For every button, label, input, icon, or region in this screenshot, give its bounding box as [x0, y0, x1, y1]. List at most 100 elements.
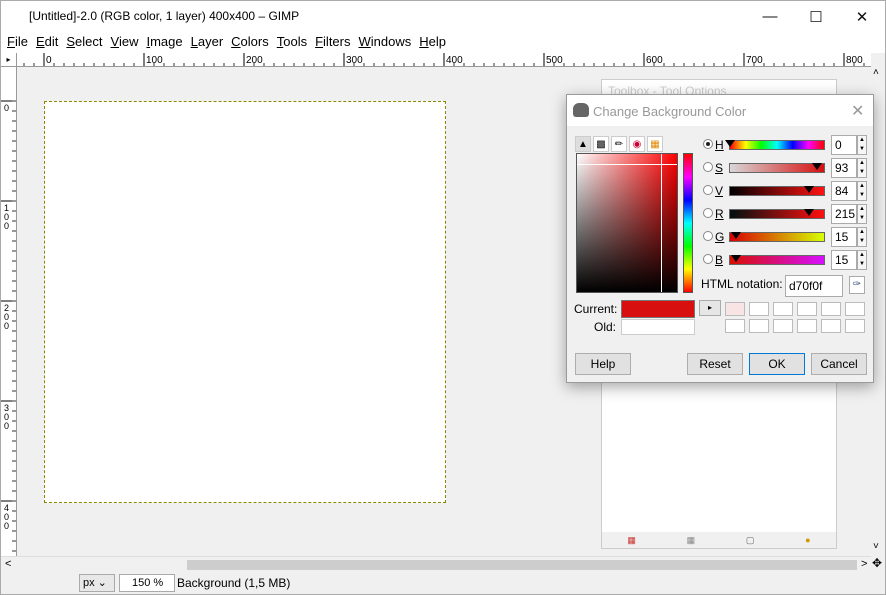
- channel-spinner-r[interactable]: ▲ ▼: [857, 204, 867, 224]
- menu-image[interactable]: Image: [146, 32, 182, 53]
- channel-radio-h[interactable]: [703, 139, 713, 149]
- ruler-label: 200: [246, 55, 263, 66]
- channel-label-s: S: [715, 161, 724, 175]
- channel-value-r[interactable]: 215: [831, 204, 857, 224]
- horizontal-ruler[interactable]: 0 100 200 300 400 500 600 700 800: [17, 53, 871, 67]
- save-preset-icon[interactable]: ▦: [627, 535, 636, 546]
- channel-slider-s[interactable]: [729, 163, 825, 173]
- menu-edit[interactable]: Edit: [36, 32, 58, 53]
- vertical-ruler[interactable]: 0100200300400: [1, 67, 17, 556]
- channel-value-g[interactable]: 15: [831, 227, 857, 247]
- unit-select[interactable]: px ⌄: [79, 574, 115, 592]
- history-swatch[interactable]: [845, 302, 865, 316]
- history-swatch[interactable]: [773, 319, 793, 333]
- scroll-up-icon[interactable]: ˄: [873, 67, 879, 78]
- channel-spinner-g[interactable]: ▲ ▼: [857, 227, 867, 247]
- channel-radio-b[interactable]: [703, 254, 713, 264]
- channel-slider-r[interactable]: [729, 209, 825, 219]
- dialog-close-icon[interactable]: ✕: [851, 101, 864, 121]
- slider-row-r: R 215 ▲ ▼: [701, 204, 873, 224]
- slider-marker[interactable]: [803, 186, 814, 193]
- slider-row-h: H 0 ▲ ▼: [701, 135, 873, 155]
- slider-marker[interactable]: [803, 209, 814, 216]
- menu-filters[interactable]: Filters: [315, 32, 350, 53]
- horizontal-scrollbar[interactable]: < >: [1, 556, 871, 572]
- palette-selector-icon[interactable]: ▦: [647, 136, 663, 152]
- channel-value-v[interactable]: 84: [831, 181, 857, 201]
- menu-file[interactable]: File: [7, 32, 28, 53]
- color-picker-icon[interactable]: ✑: [849, 276, 865, 294]
- history-swatch[interactable]: [749, 302, 769, 316]
- saturation-value-square[interactable]: [576, 153, 678, 293]
- add-to-history-button[interactable]: ▸: [699, 300, 721, 316]
- channel-value-s[interactable]: 93: [831, 158, 857, 178]
- html-notation-input[interactable]: d70f0f: [785, 275, 843, 297]
- channel-value-b[interactable]: 15: [831, 250, 857, 270]
- slider-marker[interactable]: [730, 255, 741, 262]
- channel-spinner-b[interactable]: ▲ ▼: [857, 250, 867, 270]
- history-swatch[interactable]: [725, 302, 745, 316]
- reset-button[interactable]: Reset: [687, 353, 743, 375]
- close-icon[interactable]: ✕: [839, 1, 885, 32]
- cancel-button[interactable]: Cancel: [811, 353, 867, 375]
- wheel-selector-icon[interactable]: ◉: [629, 136, 645, 152]
- channel-label-h: H: [715, 138, 724, 152]
- channel-slider-h[interactable]: [725, 140, 825, 150]
- ruler-corner[interactable]: ▸: [1, 53, 17, 67]
- channel-value-h[interactable]: 0: [831, 135, 857, 155]
- channel-slider-g[interactable]: [729, 232, 825, 242]
- slider-marker[interactable]: [725, 140, 735, 147]
- scroll-down-icon[interactable]: ˅: [873, 541, 879, 552]
- menu-tools[interactable]: Tools: [277, 32, 307, 53]
- history-swatch[interactable]: [845, 319, 865, 333]
- channel-radio-r[interactable]: [703, 208, 713, 218]
- help-button[interactable]: Help: [575, 353, 631, 375]
- menu-view[interactable]: View: [111, 32, 139, 53]
- current-color-swatch: [621, 300, 695, 318]
- slider-marker[interactable]: [730, 232, 741, 239]
- channel-spinner-v[interactable]: ▲ ▼: [857, 181, 867, 201]
- channel-slider-v[interactable]: [729, 186, 825, 196]
- menu-select[interactable]: Select: [66, 32, 102, 53]
- navigate-icon[interactable]: ✥: [872, 556, 882, 570]
- horizontal-scroll-thumb[interactable]: [187, 560, 857, 570]
- reset-preset-icon[interactable]: ●: [805, 535, 810, 545]
- menu-help[interactable]: Help: [419, 32, 446, 53]
- image-canvas[interactable]: [44, 101, 446, 503]
- zoom-select[interactable]: 150 %: [119, 574, 175, 592]
- history-swatch[interactable]: [797, 302, 817, 316]
- gimp-selector-icon[interactable]: ▲: [575, 136, 591, 152]
- history-swatch[interactable]: [725, 319, 745, 333]
- scroll-left-icon[interactable]: <: [5, 558, 11, 570]
- history-swatch[interactable]: [773, 302, 793, 316]
- cmyk-selector-icon[interactable]: ▩: [593, 136, 609, 152]
- restore-preset-icon[interactable]: ▦: [687, 535, 696, 546]
- channel-radio-s[interactable]: [703, 162, 713, 172]
- channel-slider-b[interactable]: [729, 255, 825, 265]
- menu-bar: File Edit Select View Image Layer Colors Tools F…: [1, 32, 885, 53]
- history-swatch[interactable]: [821, 319, 841, 333]
- history-swatch[interactable]: [821, 302, 841, 316]
- channel-radio-v[interactable]: [703, 185, 713, 195]
- history-swatch[interactable]: [797, 319, 817, 333]
- menu-windows[interactable]: Windows: [359, 32, 412, 53]
- channel-spinner-s[interactable]: ▲ ▼: [857, 158, 867, 178]
- delete-preset-icon[interactable]: ▢: [746, 535, 755, 546]
- scroll-right-icon[interactable]: >: [861, 558, 867, 570]
- hue-strip[interactable]: [683, 153, 693, 293]
- ruler-label: 600: [646, 55, 663, 66]
- watercolor-selector-icon[interactable]: ✏: [611, 136, 627, 152]
- ok-button[interactable]: OK: [749, 353, 805, 375]
- slider-marker[interactable]: [812, 163, 823, 170]
- menu-layer[interactable]: Layer: [191, 32, 224, 53]
- menu-colors[interactable]: Colors: [231, 32, 269, 53]
- minimize-icon[interactable]: —: [747, 1, 793, 32]
- window-title: [Untitled]-2.0 (RGB color, 1 layer) 400x…: [29, 9, 300, 23]
- history-swatch[interactable]: [749, 319, 769, 333]
- channel-label-r: R: [715, 207, 724, 221]
- channel-radio-g[interactable]: [703, 231, 713, 241]
- html-notation-label: HTML notation:: [701, 277, 783, 291]
- maximize-icon[interactable]: ☐: [793, 1, 839, 32]
- channel-spinner-h[interactable]: ▲ ▼: [857, 135, 867, 155]
- status-text: Background (1,5 MB): [177, 576, 291, 590]
